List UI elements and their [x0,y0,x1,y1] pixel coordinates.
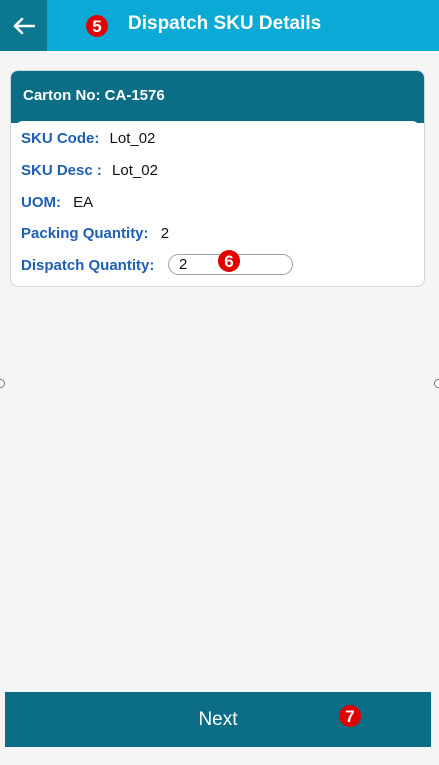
sku-desc-value: Lot_02 [112,162,158,179]
carton-label: Carton No: [23,87,101,104]
back-button[interactable] [0,0,47,51]
uom-row: UOM: EA [21,194,93,211]
dispatch-quantity-row: Dispatch Quantity: [21,257,154,274]
next-button-label: Next [198,708,238,730]
sku-code-row: SKU Code: Lot_02 [21,130,155,147]
dispatch-quantity-label: Dispatch Quantity: [21,257,155,274]
uom-value: EA [73,194,94,211]
sku-desc-row: SKU Desc : Lot_02 [21,162,158,179]
carton-value: CA-1576 [104,87,165,104]
packing-quantity-label: Packing Quantity: [21,225,149,242]
arrow-left-icon [13,17,35,34]
next-button[interactable]: Next [5,692,431,747]
app-bar: 5 Dispatch SKU Details [0,0,439,51]
page-title: Dispatch SKU Details [128,13,322,34]
carton-header: Carton No: CA-1576 [11,71,424,123]
step-marker-6: 6 [218,250,240,272]
left-edge-handle [0,379,5,388]
sku-desc-label: SKU Desc : [21,162,102,179]
step-marker-5: 5 [86,15,108,37]
uom-label: UOM: [21,194,61,211]
right-edge-handle [434,379,439,388]
step-marker-7: 7 [339,705,361,727]
packing-quantity-row: Packing Quantity: 2 [21,225,169,242]
sku-code-value: Lot_02 [109,130,156,147]
carton-number: Carton No: CA-1576 [23,87,165,104]
sku-code-label: SKU Code: [21,130,100,147]
packing-quantity-value: 2 [160,225,170,242]
